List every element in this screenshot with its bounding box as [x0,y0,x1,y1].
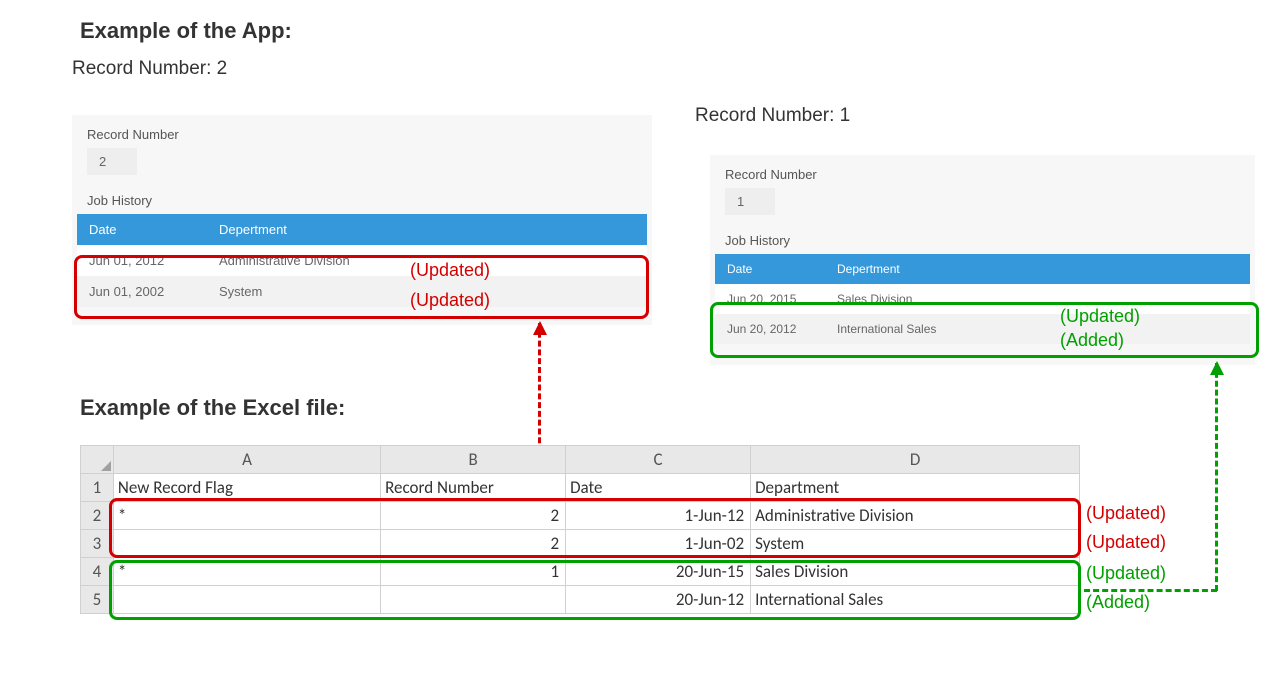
excel-cell: 20-Jun-12 [566,586,751,614]
excel-rownum: 1 [81,474,114,502]
annotation-updated: (Updated) [1086,503,1166,524]
record-number-value: 2 [87,148,137,175]
excel-row: 5 20-Jun-12 International Sales [81,586,1080,614]
job-history-label: Job History [725,233,1255,248]
excel-col-A: A [113,446,380,474]
record-card-1: Record Number 1 Job History Date Depertm… [710,155,1255,365]
excel-rownum: 5 [81,586,114,614]
excel-cell [113,586,380,614]
excel-cell: International Sales [751,586,1080,614]
col-department: Depertment [207,214,647,245]
excel-rownum: 2 [81,502,114,530]
excel-cell: Record Number [381,474,566,502]
excel-rownum: 3 [81,530,114,558]
excel-cell [381,586,566,614]
table-row: Jun 20, 2012 International Sales [715,314,1250,344]
app-example-heading: Example of the App: [80,18,292,44]
cell-department: International Sales [825,314,1250,344]
excel-cell: 20-Jun-15 [566,558,751,586]
annotation-updated: (Updated) [1086,563,1166,584]
cell-date: Jun 01, 2012 [77,245,207,276]
excel-cell: 1-Jun-02 [566,530,751,558]
excel-corner [81,446,114,474]
record-number-value: 1 [725,188,775,215]
col-date: Date [77,214,207,245]
excel-col-C: C [566,446,751,474]
col-date: Date [715,254,825,284]
excel-cell: 1-Jun-12 [566,502,751,530]
record-number-label: Record Number [87,127,652,142]
excel-row: 2 * 2 1-Jun-12 Administrative Division [81,502,1080,530]
excel-cell: 1 [381,558,566,586]
excel-cell: 2 [381,530,566,558]
excel-cell: * [113,502,380,530]
excel-cell: Sales Division [751,558,1080,586]
cell-department: Administrative Division [207,245,647,276]
cell-date: Jun 01, 2002 [77,276,207,307]
cell-department: System [207,276,647,307]
excel-cell: New Record Flag [113,474,380,502]
excel-cell: Administrative Division [751,502,1080,530]
excel-cell [113,530,380,558]
excel-column-header-row: A B C D [81,446,1080,474]
excel-row: 3 2 1-Jun-02 System [81,530,1080,558]
excel-cell: Date [566,474,751,502]
job-history-label: Job History [87,193,652,208]
table-row: Jun 01, 2002 System [77,276,647,307]
cell-date: Jun 20, 2015 [715,284,825,314]
arrow-green-vertical [1215,363,1218,591]
annotation-added: (Added) [1086,592,1150,613]
record-card-2: Record Number 2 Job History Date Depertm… [72,115,652,325]
excel-rownum: 4 [81,558,114,586]
cell-date: Jun 20, 2012 [715,314,825,344]
excel-cell: 2 [381,502,566,530]
excel-cell: * [113,558,380,586]
record2-subtitle: Record Number: 2 [72,58,227,80]
excel-row: 1 New Record Flag Record Number Date Dep… [81,474,1080,502]
table-row: Jun 20, 2015 Sales Division [715,284,1250,314]
job-history-table: Date Depertment Jun 01, 2012 Administrat… [77,214,647,307]
excel-row: 4 * 1 20-Jun-15 Sales Division [81,558,1080,586]
arrow-green-horizontal [1084,589,1217,592]
excel-grid: A B C D 1 New Record Flag Record Number … [80,445,1080,614]
record1-subtitle: Record Number: 1 [695,105,850,127]
job-history-table: Date Depertment Jun 20, 2015 Sales Divis… [715,254,1250,344]
excel-cell: Department [751,474,1080,502]
col-department: Depertment [825,254,1250,284]
excel-cell: System [751,530,1080,558]
annotation-updated: (Updated) [1086,532,1166,553]
record-number-label: Record Number [725,167,1255,182]
excel-col-B: B [381,446,566,474]
table-row: Jun 01, 2012 Administrative Division [77,245,647,276]
excel-col-D: D [751,446,1080,474]
cell-department: Sales Division [825,284,1250,314]
excel-example-heading: Example of the Excel file: [80,395,345,421]
